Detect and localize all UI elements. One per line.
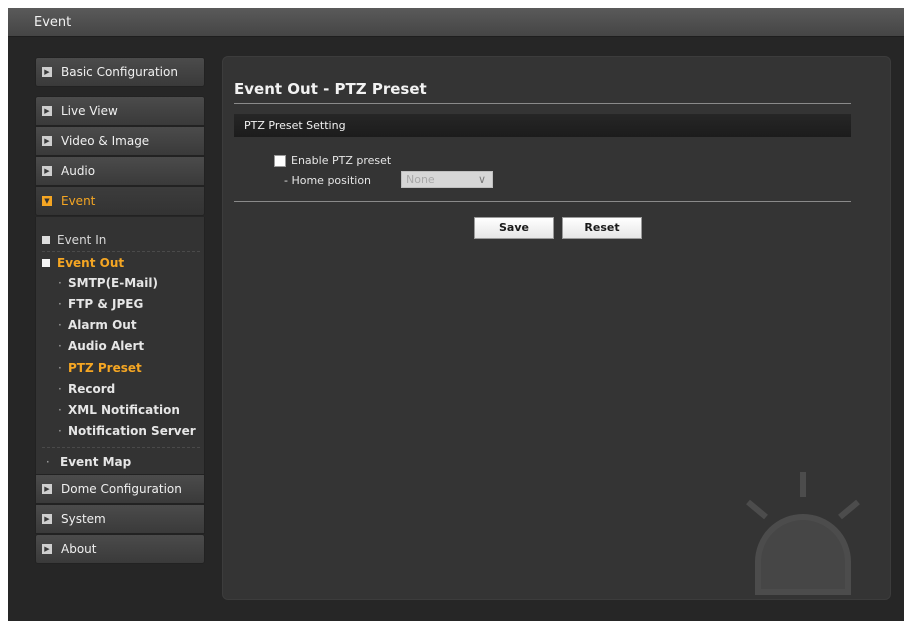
arrow-right-icon: ▶ <box>42 106 52 116</box>
leaf-ftp-jpeg[interactable]: · FTP & JPEG <box>58 297 143 311</box>
divider <box>234 103 851 104</box>
leaf-label: Alarm Out <box>68 318 137 332</box>
menu-system[interactable]: ▶ System <box>35 504 205 534</box>
leaf-ptz-preset[interactable]: · PTZ Preset <box>58 361 142 375</box>
chevron-down-icon: ∨ <box>477 173 486 186</box>
save-button[interactable]: Save <box>474 217 554 239</box>
menu-video-image[interactable]: ▶ Video & Image <box>36 126 204 156</box>
menu-label: Dome Configuration <box>61 482 182 496</box>
sub-event-in[interactable]: Event In <box>42 233 106 247</box>
leaf-notification-server[interactable]: · Notification Server <box>58 424 196 438</box>
menu-dome-configuration[interactable]: ▶ Dome Configuration <box>35 474 205 504</box>
menu-group: ▶ Live View ▶ Video & Image ▶ Audio ▼ Ev… <box>35 96 205 216</box>
chevron-down-icon: ▼ <box>42 196 52 206</box>
menu-label: Basic Configuration <box>61 65 178 79</box>
divider <box>234 201 851 202</box>
enable-ptz-preset-checkbox[interactable] <box>274 155 286 167</box>
reset-button[interactable]: Reset <box>562 217 642 239</box>
menu-basic-configuration[interactable]: ▶ Basic Configuration <box>35 57 205 87</box>
leaf-label: XML Notification <box>68 403 180 417</box>
alarm-light-watermark-icon <box>746 472 860 595</box>
page-title: Event Out - PTZ Preset <box>234 80 427 98</box>
leaf-label: SMTP(E-Mail) <box>68 276 158 290</box>
sub-event-out[interactable]: Event Out <box>42 256 124 270</box>
square-bullet-icon <box>42 236 50 244</box>
leaf-label: FTP & JPEG <box>68 297 144 311</box>
menu-about[interactable]: ▶ About <box>35 534 205 564</box>
leaf-label: Audio Alert <box>68 339 145 353</box>
arrow-right-icon: ▶ <box>42 136 52 146</box>
menu-label: Live View <box>61 104 118 118</box>
menu-label: Video & Image <box>61 134 150 148</box>
leaf-audio-alert[interactable]: · Audio Alert <box>58 339 144 353</box>
leaf-event-map[interactable]: · Event Map <box>42 455 131 469</box>
title-bar: Event <box>8 8 904 37</box>
leaf-smtp[interactable]: · SMTP(E-Mail) <box>58 276 158 290</box>
leaf-xml-notification[interactable]: · XML Notification <box>58 403 180 417</box>
event-submenu: Event In Event Out · SMTP(E-Mail) · FTP & … <box>35 217 205 475</box>
menu-label: Event <box>61 194 96 208</box>
enable-ptz-preset-label: Enable PTZ preset <box>291 154 392 167</box>
app-window: Event ▶ Basic Configuration ▶ Live View … <box>8 8 904 621</box>
divider <box>42 447 200 448</box>
home-position-value: None <box>406 173 435 186</box>
sub-label: Event Out <box>57 256 125 270</box>
leaf-label: Record <box>68 382 116 396</box>
arrow-right-icon: ▶ <box>42 544 52 554</box>
menu-label: Audio <box>61 164 96 178</box>
square-bullet-icon <box>42 259 50 267</box>
leaf-alarm-out[interactable]: · Alarm Out <box>58 318 137 332</box>
arrow-right-icon: ▶ <box>42 484 52 494</box>
leaf-label: PTZ Preset <box>68 361 142 375</box>
section-header: PTZ Preset Setting <box>234 114 851 137</box>
arrow-right-icon: ▶ <box>42 514 52 524</box>
home-position-label: - Home position <box>284 174 372 187</box>
sub-label: Event In <box>57 233 107 247</box>
menu-label: System <box>61 512 106 526</box>
menu-event[interactable]: ▼ Event <box>36 186 204 215</box>
leaf-record[interactable]: · Record <box>58 382 115 396</box>
menu-label: About <box>61 542 97 556</box>
content-panel: Event Out - PTZ Preset PTZ Preset Settin… <box>222 56 891 600</box>
divider <box>42 251 200 252</box>
arrow-right-icon: ▶ <box>42 67 52 77</box>
menu-audio[interactable]: ▶ Audio <box>36 156 204 186</box>
menu-live-view[interactable]: ▶ Live View <box>36 97 204 126</box>
home-position-select[interactable]: None ∨ <box>401 171 493 188</box>
leaf-label: Event Map <box>60 455 132 469</box>
arrow-right-icon: ▶ <box>42 166 52 176</box>
window-title: Event <box>34 15 72 30</box>
leaf-label: Notification Server <box>68 424 196 438</box>
